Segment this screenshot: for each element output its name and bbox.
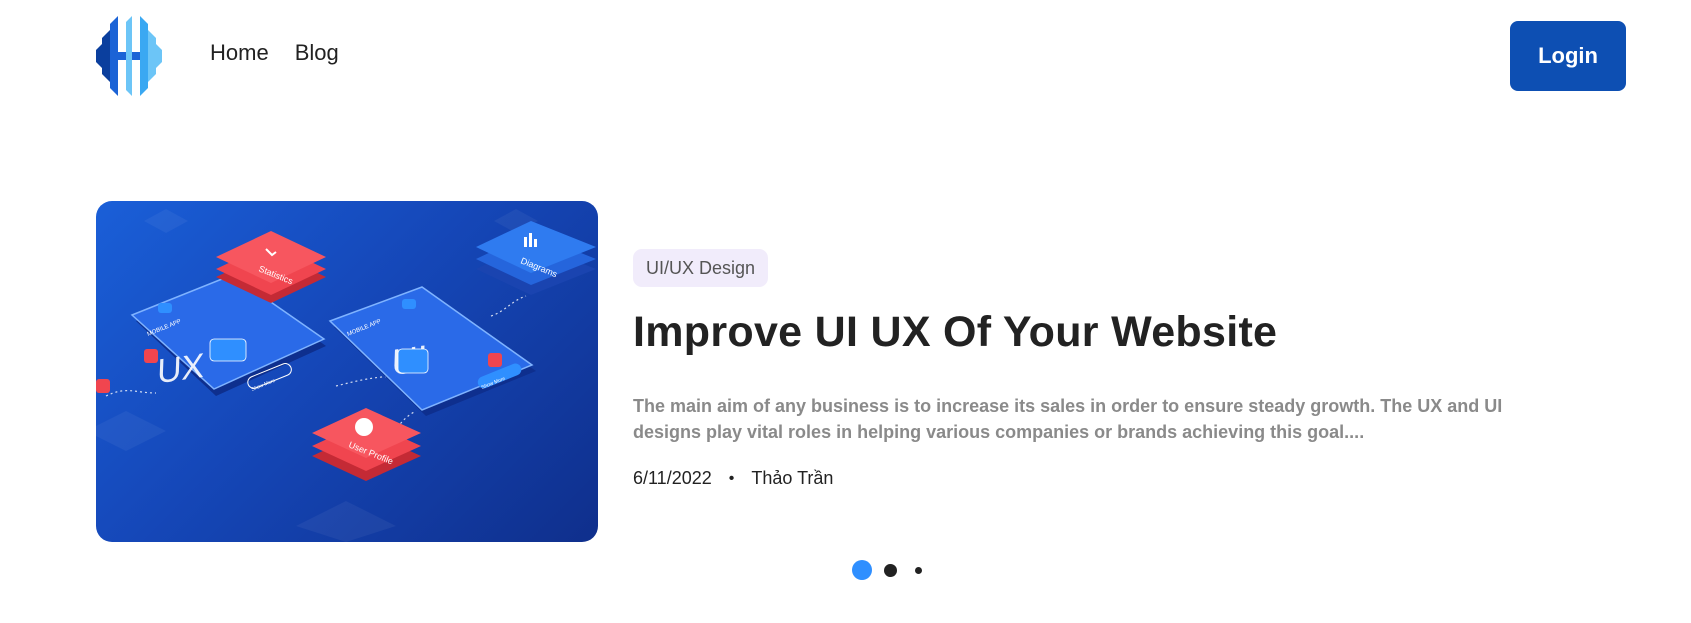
diagrams-card-illustration: Diagrams [476, 221, 596, 295]
carousel-dot-2[interactable] [884, 563, 897, 577]
nav-home-link[interactable]: Home [210, 40, 269, 66]
login-button[interactable]: Login [1510, 21, 1626, 91]
site-header: Home Blog Login [0, 0, 1691, 110]
nav-blog-link[interactable]: Blog [295, 40, 339, 66]
phone-left-big: UX [157, 347, 205, 392]
category-tag[interactable]: UI/UX Design [633, 249, 769, 287]
main-nav: Home Blog [210, 40, 339, 66]
carousel-dot-1[interactable] [852, 560, 872, 580]
meta-separator: • [728, 469, 735, 487]
post-author[interactable]: Thảo Trần [751, 468, 833, 489]
post-date: 6/11/2022 [633, 468, 712, 488]
post-title[interactable]: Improve UI UX Of Your Website [633, 308, 1277, 357]
hh-logo-icon[interactable] [96, 16, 162, 96]
carousel-pagination [852, 560, 922, 580]
featured-post-image[interactable]: MOBILE APP UX Show More MOBILE APP UI Sh… [96, 201, 598, 542]
phone-left-button: Show More [251, 378, 277, 393]
carousel-dot-3[interactable] [915, 566, 922, 574]
post-meta: 6/11/2022 • Thảo Trần [633, 468, 833, 489]
post-excerpt: The main aim of any business is to incre… [633, 396, 1503, 442]
